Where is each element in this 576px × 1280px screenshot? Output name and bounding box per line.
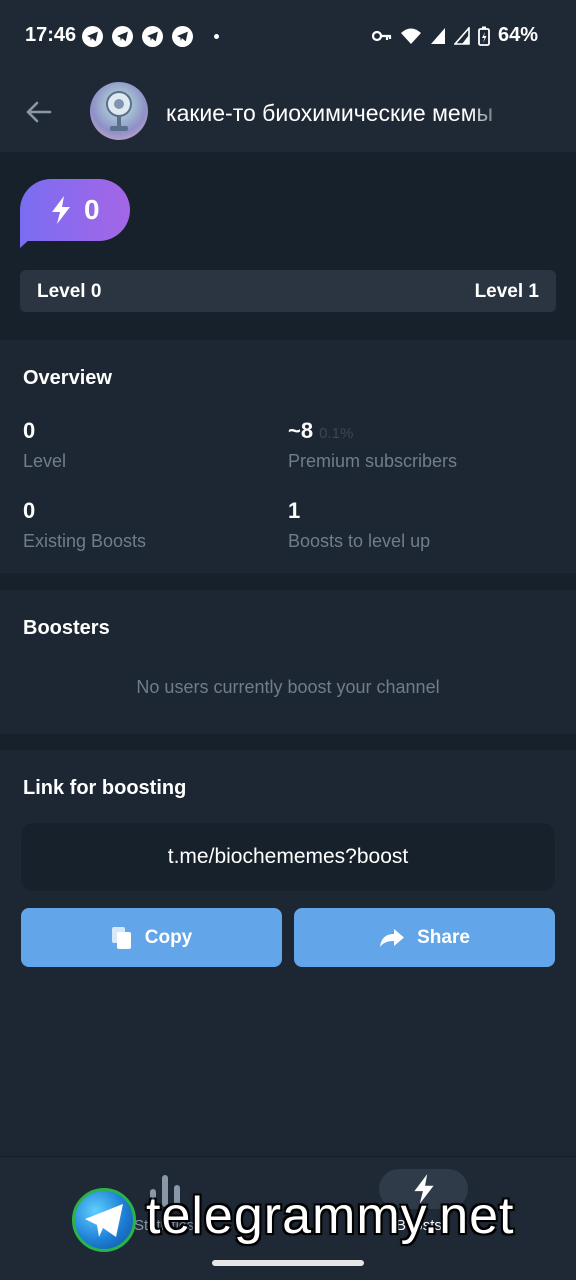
- telegram-icon: [82, 26, 103, 47]
- stat-level: 0 Level: [23, 418, 66, 472]
- notification-icons: [82, 26, 219, 47]
- boost-count-badge: 0: [20, 179, 130, 241]
- stat-value: 0: [23, 498, 36, 523]
- status-bar: 17:46 64%: [0, 0, 576, 72]
- share-arrow-icon: [380, 928, 405, 947]
- boost-link-field[interactable]: t.me/biochememes?boost: [21, 823, 555, 891]
- boost-level-section: 0 Level 0 Level 1: [0, 152, 576, 340]
- copy-button-label: Copy: [144, 926, 193, 948]
- battery-icon: [478, 26, 490, 46]
- channel-title: какие-то биохимические мемы: [166, 100, 494, 126]
- status-right: 64%: [371, 24, 538, 47]
- stat-value: 0: [23, 418, 36, 443]
- signal-icon: [430, 27, 445, 44]
- level-progress-bar: Level 0 Level 1: [20, 270, 556, 312]
- home-indicator[interactable]: [212, 1260, 364, 1266]
- stat-label: Premium subscribers: [288, 451, 458, 471]
- app-header: какие-то биохимические мемы: [0, 72, 576, 152]
- boosters-empty-text: No users currently boost your channel: [136, 677, 440, 697]
- battery-percentage: 64%: [497, 24, 538, 46]
- copy-icon: [111, 926, 131, 949]
- watermark-logo: [72, 1188, 136, 1252]
- boost-link-section: Link for boosting t.me/biochememes?boost…: [0, 750, 576, 1156]
- overview-title: Overview: [23, 367, 112, 389]
- boost-link-url: t.me/biochememes?boost: [167, 845, 409, 868]
- back-arrow-icon[interactable]: [24, 98, 52, 126]
- telegram-icon: [142, 26, 163, 47]
- lightning-icon: [52, 196, 70, 224]
- stat-label: Boosts to level up: [288, 531, 431, 551]
- stat-value: 1: [288, 498, 301, 523]
- copy-button[interactable]: Copy: [21, 908, 282, 967]
- wifi-icon: [400, 28, 421, 44]
- flask-icon: [106, 91, 132, 131]
- section-divider: [0, 734, 576, 750]
- stat-value: ~8 0.1%: [288, 418, 457, 444]
- stat-value-number: ~8: [288, 418, 314, 443]
- status-time: 17:46: [25, 24, 77, 46]
- boosters-section: Boosters No users currently boost your c…: [0, 590, 576, 734]
- section-divider: [0, 573, 576, 590]
- telegram-plane-icon: [85, 1204, 123, 1237]
- more-notifications-dot: [214, 34, 219, 39]
- boosters-title: Boosters: [23, 617, 110, 639]
- stat-value-percent: 0.1%: [319, 425, 354, 442]
- share-button[interactable]: Share: [294, 908, 555, 967]
- signal-icon: [453, 26, 470, 45]
- current-level-label: Level 0: [37, 281, 102, 302]
- channel-avatar[interactable]: [90, 82, 148, 140]
- stat-premium-subscribers: ~8 0.1% Premium subscribers: [288, 418, 457, 472]
- boost-link-title: Link for boosting: [23, 777, 187, 799]
- share-button-label: Share: [417, 926, 470, 948]
- stat-label: Level: [23, 451, 67, 471]
- telegram-icon: [172, 26, 193, 47]
- vpn-key-icon: [371, 30, 392, 41]
- watermark-text: telegrammy.net: [146, 1187, 515, 1245]
- boost-count: 0: [84, 194, 100, 225]
- stat-label: Existing Boosts: [23, 531, 147, 551]
- next-level-label: Level 1: [474, 281, 539, 302]
- telegram-icon: [112, 26, 133, 47]
- stat-existing-boosts: 0 Existing Boosts: [23, 498, 146, 552]
- overview-section: Overview 0 Level ~8 0.1% Premium subscrib…: [0, 340, 576, 573]
- stat-boosts-to-level-up: 1 Boosts to level up: [288, 498, 430, 552]
